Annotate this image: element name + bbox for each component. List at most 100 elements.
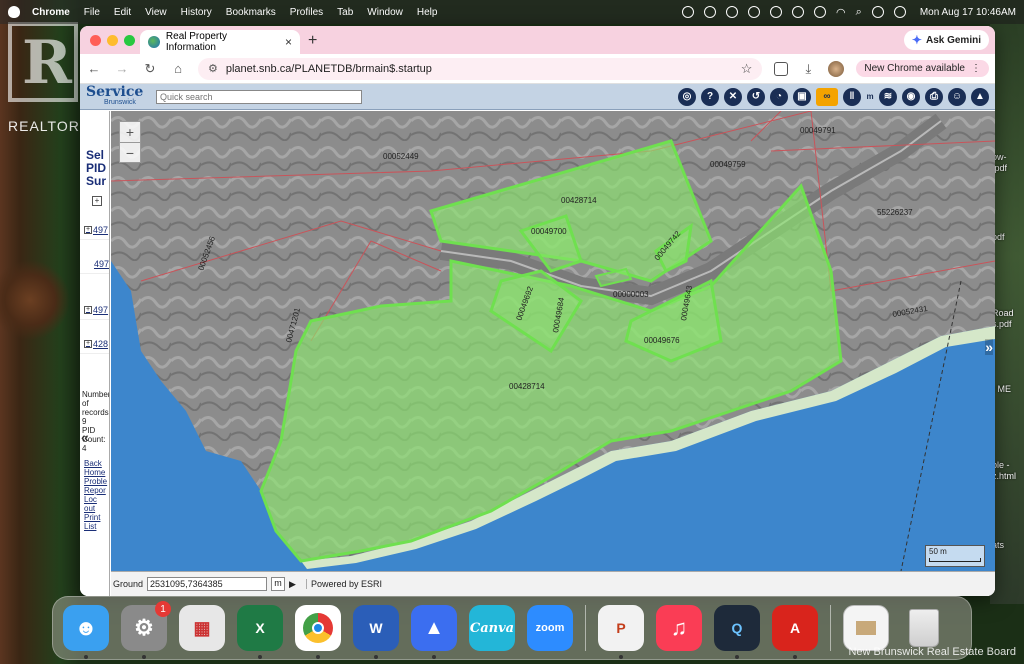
new-tab-button[interactable]: + — [308, 32, 317, 50]
desktop-file-4[interactable]: r ME — [992, 384, 1024, 395]
extensions-icon[interactable] — [774, 61, 789, 76]
profile-avatar[interactable] — [828, 60, 845, 77]
pid-row[interactable]: +428 — [80, 334, 109, 354]
headphones-icon[interactable] — [770, 6, 783, 18]
status-icon-1[interactable] — [682, 6, 695, 18]
expand-panel-icon[interactable]: » — [985, 339, 993, 355]
logout-link[interactable]: Loc — [84, 495, 109, 504]
close-tab-icon[interactable]: × — [285, 35, 292, 49]
menu-view[interactable]: View — [145, 7, 167, 18]
globe-tool-icon[interactable]: ◎ — [678, 87, 696, 106]
close-window-button[interactable] — [90, 35, 101, 46]
service-nb-logo[interactable]: Service Brunswick — [80, 84, 156, 110]
recent-document-thumbnail[interactable] — [843, 605, 889, 651]
menu-app-name[interactable]: Chrome — [32, 7, 70, 18]
play-arrow-icon[interactable]: ▶ — [289, 579, 296, 590]
status-icon-2[interactable] — [704, 6, 717, 18]
tab-real-property[interactable]: Real Property Information × — [140, 30, 300, 54]
menubar-clock[interactable]: Mon Aug 17 10:46AM — [920, 7, 1016, 18]
home-button[interactable]: ⌂ — [170, 61, 186, 76]
status-icon-4[interactable] — [748, 6, 761, 18]
ask-gemini-button[interactable]: ✦ Ask Gemini — [903, 30, 989, 50]
reload-button[interactable]: ↻ — [142, 61, 158, 77]
spotlight-icon[interactable]: ⌕ — [856, 6, 862, 19]
menu-window[interactable]: Window — [367, 7, 403, 18]
back-link[interactable]: Back — [84, 459, 109, 468]
quick-search-input[interactable] — [156, 89, 362, 104]
downloads-icon[interactable]: ⤓ — [800, 61, 816, 77]
up-tool-icon[interactable]: ▲ — [971, 87, 989, 106]
desktop-file-2[interactable]: pdf — [992, 232, 1024, 243]
select-tool-icon[interactable]: ▣ — [793, 87, 811, 106]
collapse-sidebar-icon[interactable]: « — [81, 429, 89, 445]
status-icon-5[interactable] — [792, 6, 805, 18]
address-bar[interactable]: ⚙ planet.snb.ca/PLANETDB/brmain$.startup… — [198, 57, 763, 80]
ear-tool-icon[interactable]: ◔ — [770, 87, 788, 106]
menu-edit[interactable]: Edit — [114, 7, 131, 18]
siri-icon[interactable] — [893, 6, 906, 18]
print-tool-icon[interactable]: ⎙ — [925, 87, 943, 106]
more-menu-icon[interactable]: ⋮ — [971, 63, 981, 74]
minimize-window-button[interactable] — [107, 35, 118, 46]
pid-link[interactable]: 497 — [93, 305, 108, 315]
people-tool-icon[interactable]: ☺ — [948, 87, 966, 106]
pid-row[interactable]: +497 — [80, 220, 109, 240]
zoom-app-icon[interactable]: zoom — [527, 605, 573, 651]
menu-file[interactable]: File — [84, 7, 100, 18]
pid-link[interactable]: 497 — [94, 259, 109, 269]
status-icon-3[interactable] — [726, 6, 739, 18]
wifi-icon[interactable]: ◠ — [836, 6, 846, 19]
layers-tool-icon[interactable]: ≋ — [879, 87, 897, 106]
menu-bookmarks[interactable]: Bookmarks — [226, 7, 276, 18]
menu-history[interactable]: History — [181, 7, 212, 18]
menu-tab[interactable]: Tab — [337, 7, 353, 18]
pid-row[interactable]: +497 — [80, 300, 109, 320]
expand-icon[interactable]: + — [84, 305, 92, 314]
finder-app-icon[interactable]: ☻ — [63, 605, 109, 659]
new-chrome-available-button[interactable]: New Chrome available ⋮ — [856, 60, 989, 77]
desktop-file-6[interactable]: ats — [992, 540, 1024, 551]
measure-tool-icon[interactable]: ‖ — [843, 87, 861, 106]
battery-icon[interactable] — [814, 6, 827, 18]
apple-icon[interactable] — [8, 6, 20, 18]
back-button[interactable]: ← — [86, 61, 102, 76]
pid-link[interactable]: 428 — [93, 339, 108, 349]
desktop-file-5[interactable]: ble - z.html — [992, 460, 1024, 482]
powerpoint-app-icon[interactable]: P — [598, 605, 644, 659]
site-info-icon[interactable]: ⚙ — [208, 62, 218, 75]
zoom-in-button[interactable]: + — [120, 122, 140, 142]
pid-link[interactable]: 497 — [93, 225, 108, 235]
measure-unit-icon[interactable]: m — [866, 88, 874, 106]
desktop-file-1[interactable]: ow- .pdf — [992, 152, 1024, 174]
music-app-icon[interactable]: ♫ — [656, 605, 702, 651]
help-tool-icon[interactable]: ? — [701, 87, 719, 106]
expand-icon[interactable]: + — [84, 225, 92, 234]
forward-button[interactable]: → — [114, 61, 130, 76]
word-app-icon[interactable]: W — [353, 605, 399, 659]
expand-icon[interactable]: + — [84, 339, 92, 348]
lasso-tool-icon[interactable]: ↺ — [747, 87, 765, 106]
trash-icon[interactable] — [901, 605, 947, 651]
print-link[interactable]: Print — [84, 513, 109, 522]
pid-row[interactable]: 497 — [80, 254, 109, 274]
parcel-map[interactable]: 00052449 00049791 00049759 00428714 0004… — [111, 111, 995, 571]
home-link[interactable]: Home — [84, 468, 109, 477]
report-link[interactable]: Repor — [84, 486, 109, 495]
desktop-file-3[interactable]: Road s.pdf — [992, 308, 1024, 330]
unit-selector[interactable]: m — [271, 577, 286, 591]
problem-link[interactable]: Proble — [84, 477, 109, 486]
clear-tool-icon[interactable]: ✕ — [724, 87, 742, 106]
menu-help[interactable]: Help — [417, 7, 438, 18]
zoom-out-button[interactable]: − — [120, 142, 140, 162]
launchpad-app-icon[interactable]: ▦ — [179, 605, 225, 651]
logout-link-2[interactable]: out — [84, 504, 109, 513]
system-settings-app-icon[interactable]: ⚙ 1 — [121, 601, 171, 659]
list-link[interactable]: List — [84, 522, 109, 531]
zoom-window-button[interactable] — [124, 35, 135, 46]
bookmark-star-icon[interactable]: ☆ — [741, 61, 753, 77]
nordvpn-app-icon[interactable]: ▲ — [411, 605, 457, 659]
quicktime-app-icon[interactable]: Q — [714, 605, 760, 659]
acrobat-app-icon[interactable]: A — [772, 605, 818, 659]
eye-tool-icon[interactable]: ◉ — [902, 87, 920, 106]
control-center-icon[interactable] — [871, 6, 884, 18]
